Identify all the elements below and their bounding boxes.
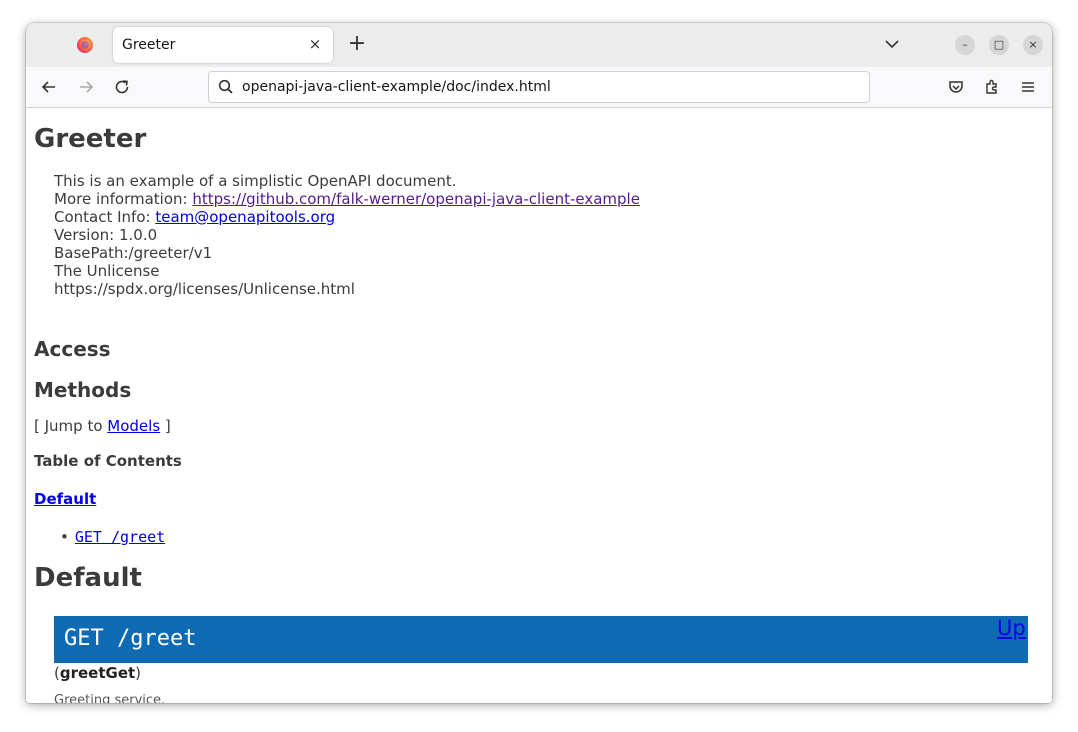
- page-title: Greeter: [34, 124, 147, 154]
- more-info-link[interactable]: https://github.com/falk-werner/openapi-j…: [192, 190, 640, 208]
- navigation-toolbar: openapi-java-client-example/doc/index.ht…: [26, 67, 1052, 108]
- menu-icon[interactable]: [1018, 77, 1038, 97]
- url-text[interactable]: openapi-java-client-example/doc/index.ht…: [242, 79, 551, 95]
- method-summary: Greeting service.: [54, 693, 166, 703]
- toc-default-link[interactable]: Default: [34, 490, 96, 508]
- nickname-text: greetGet: [59, 664, 136, 682]
- license-url: https://spdx.org/licenses/Unlicense.html: [54, 280, 355, 298]
- access-heading: Access: [34, 337, 111, 361]
- models-link[interactable]: Models: [107, 417, 160, 435]
- toc-heading: Table of Contents: [34, 452, 182, 470]
- toc-get-greet-link[interactable]: GET /greet: [75, 528, 165, 546]
- contact-email-link[interactable]: team@openapitools.org: [155, 208, 335, 226]
- pocket-icon[interactable]: [946, 77, 966, 97]
- extensions-icon[interactable]: [982, 77, 1002, 97]
- list-item: • GET /greet: [60, 528, 166, 546]
- chevron-down-icon[interactable]: [883, 35, 901, 53]
- up-link[interactable]: Up: [997, 616, 1026, 640]
- forward-arrow-icon[interactable]: [76, 77, 96, 97]
- tab-close-icon[interactable]: ×: [307, 36, 323, 52]
- method-nickname: (greetGet): [54, 664, 141, 682]
- back-arrow-icon[interactable]: [39, 77, 59, 97]
- method-header: GET /greet: [64, 626, 197, 651]
- contact-label: Contact Info:: [54, 208, 156, 226]
- contact-line: Contact Info: team@openapitools.org: [54, 208, 640, 226]
- section-heading-default: Default: [34, 563, 142, 593]
- tab-greeter[interactable]: Greeter ×: [113, 27, 333, 63]
- address-bar[interactable]: openapi-java-client-example/doc/index.ht…: [208, 71, 870, 103]
- version-text: Version: 1.0.0: [54, 226, 158, 244]
- maximize-button[interactable]: □: [989, 35, 1009, 55]
- jump-suffix: ]: [160, 417, 171, 435]
- page-content: Greeter This is an example of a simplist…: [26, 108, 1052, 703]
- more-info-line: More information: https://github.com/fal…: [54, 190, 640, 208]
- jump-prefix: [ Jump to: [34, 417, 108, 435]
- reload-icon[interactable]: [112, 77, 132, 97]
- app-description: This is an example of a simplistic OpenA…: [54, 172, 457, 190]
- nickname-close: ): [135, 664, 142, 682]
- search-icon: [218, 79, 234, 95]
- license-name: The Unlicense: [54, 262, 160, 280]
- basepath-text: BasePath:/greeter/v1: [54, 244, 213, 262]
- method-header-bar: GET /greet: [54, 616, 1028, 663]
- tab-title: Greeter: [122, 37, 176, 53]
- firefox-icon[interactable]: [77, 37, 93, 53]
- close-window-button[interactable]: ×: [1023, 35, 1043, 55]
- tab-strip: Greeter × + – □ ×: [26, 23, 1052, 67]
- api-info: This is an example of a simplistic OpenA…: [54, 172, 640, 298]
- more-info-label: More information:: [54, 190, 193, 208]
- minimize-button[interactable]: –: [955, 35, 975, 55]
- methods-heading: Methods: [34, 378, 132, 402]
- new-tab-button[interactable]: +: [345, 32, 369, 56]
- jump-to-models: [ Jump to Models ]: [34, 417, 171, 435]
- browser-window: Greeter × + – □ × openapi-java-client-ex…: [26, 23, 1052, 703]
